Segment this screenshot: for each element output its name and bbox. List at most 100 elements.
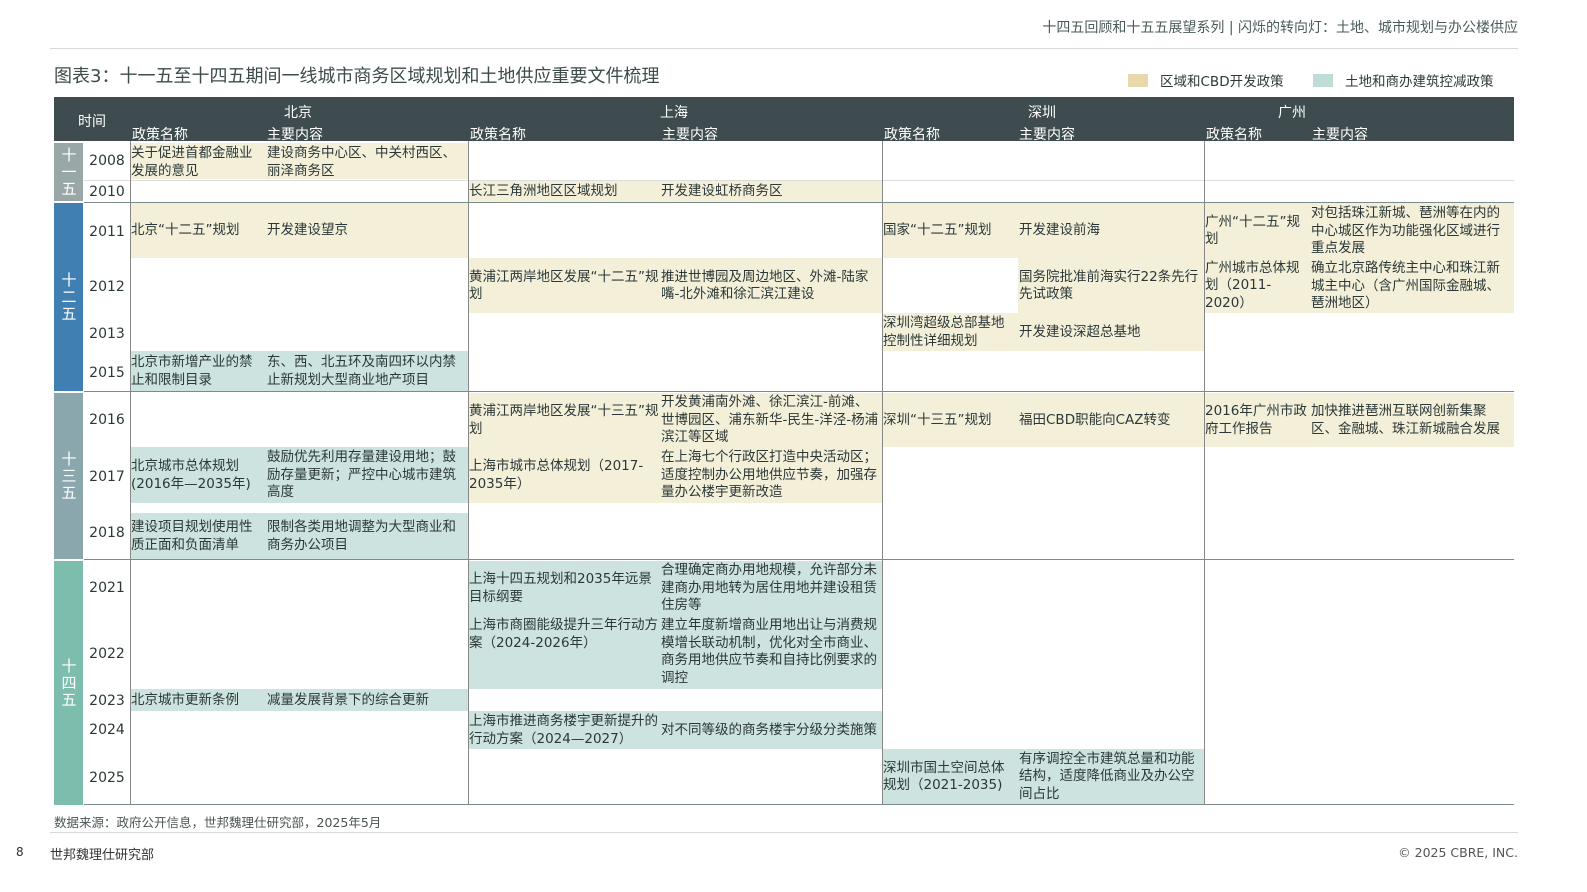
year-2021: 2021 [89, 580, 125, 596]
policy-cell-text: 上海十四五规划和2035年远景目标纲要 [469, 571, 652, 605]
policy-cell-text: 上海市城市总体规划（2017-2035年） [469, 458, 644, 492]
policy-cell-text: 建设商务中心区、中关村西区、丽泽商务区 [267, 145, 456, 179]
era-14th: 十四五 [54, 561, 83, 805]
year-2013: 2013 [89, 326, 125, 342]
era-label: 十二五 [59, 271, 78, 323]
policy-table: 时间 北京 上海 深圳 广州 政策名称 主要内容 政策名称 主要内容 政策名称 … [54, 97, 1514, 805]
year-2015: 2015 [89, 365, 125, 381]
policy-cell-text: 合理确定商办用地规模，允许部分未建商办用地转为居住用地并建设租赁住房等 [661, 562, 877, 614]
policy-cell-text: 开发建设深超总基地 [1019, 323, 1141, 340]
policy-cell-sh2012n: 黄浦江两岸地区发展“十二五”规划 [468, 258, 660, 313]
page-number: 8 [16, 845, 24, 859]
policy-cell-sh2016n: 黄浦江两岸地区发展“十三五”规划 [468, 393, 660, 447]
era-13th: 十三五 [54, 393, 83, 559]
year-2016: 2016 [89, 412, 125, 428]
data-source: 数据来源：政府公开信息，世邦魏理仕研究部，2025年5月 [54, 815, 382, 830]
header-city-shenzhen: 深圳 [1028, 105, 1056, 121]
policy-cell-bj2011c: 开发建设望京 [266, 203, 468, 258]
policy-cell-bj2015n: 北京市新增产业的禁止和限制目录 [130, 351, 266, 391]
header-city-guangzhou: 广州 [1278, 105, 1306, 121]
policy-cell-text: 北京市新增产业的禁止和限制目录 [131, 354, 253, 388]
header-sz-name: 政策名称 [884, 127, 940, 143]
header-city-shanghai: 上海 [660, 105, 688, 121]
policy-cell-text: 黄浦江两岸地区发展“十二五”规划 [469, 268, 659, 303]
policy-cell-sh2022c: 建立年度新增商业用地出让与消费规模增长联动机制，优化对全市商业、商务用地供应节奏… [660, 615, 882, 689]
policy-cell-gz2011c: 对包括珠江新城、琶洲等在内的中心城区作为功能强化区域进行重点发展 [1310, 203, 1514, 258]
era-divider [84, 202, 1514, 203]
policy-cell-text: 上海市商圈能级提升三年行动方案（2024-2026年） [469, 617, 658, 651]
era-11th: 十一五 [54, 143, 83, 201]
col-divider [1204, 141, 1205, 805]
policy-cell-sz2012c: 国务院批准前海实行22条先行先试政策 [1018, 258, 1204, 313]
year-2022: 2022 [89, 646, 125, 662]
policy-cell-text: 国家“十二五”规划 [883, 222, 992, 239]
policy-cell-text: 深圳湾超级总部基地控制性详细规划 [883, 315, 1005, 349]
copyright: © 2025 CBRE, INC. [1398, 845, 1518, 860]
policy-cell-text: 2016年广州市政府工作报告 [1205, 403, 1307, 437]
legend-land-label: 土地和商办建筑控减政策 [1345, 74, 1494, 90]
era-divider [84, 391, 1514, 392]
year-2012: 2012 [89, 279, 125, 295]
policy-cell-sh2016c: 开发黄浦南外滩、徐汇滨江-前滩、世博园区、浦东新华-民生-洋泾-杨浦滨江等区域 [660, 393, 882, 447]
legend-land: 土地和商办建筑控减政策 [1313, 70, 1494, 90]
policy-cell-text: 减量发展背景下的综合更新 [267, 691, 429, 708]
legend-cbd-label: 区域和CBD开发政策 [1160, 74, 1284, 90]
policy-cell-text: 推进世博园及周边地区、外滩-陆家嘴-北外滩和徐汇滨江建设 [661, 268, 869, 303]
policy-cell-sz2013c: 开发建设深超总基地 [1018, 313, 1204, 351]
policy-cell-gz2012c: 确立北京路传统主中心和珠江新城主中心（含广州国际金融城、琶洲地区） [1310, 258, 1514, 313]
policy-cell-sh2017c: 在上海七个行政区打造中央活动区；适度控制办公用地供应节奏，加强存量办公楼宇更新改… [660, 447, 882, 503]
year-2025: 2025 [89, 770, 125, 786]
policy-cell-text: 深圳“十三五”规划 [883, 411, 992, 428]
policy-cell-text: 广州“十二五”规划 [1205, 213, 1300, 248]
legend-cbd: 区域和CBD开发政策 [1128, 70, 1284, 90]
header-gz-content: 主要内容 [1312, 127, 1368, 143]
figure-title: 图表3：十一五至十四五期间一线城市商务区域规划和土地供应重要文件梳理 [54, 66, 660, 87]
era-label: 十一五 [59, 146, 78, 198]
policy-cell-gz2012n: 广州城市总体规划（2011-2020） [1204, 258, 1310, 313]
policy-cell-gz2016c: 加快推进琶洲互联网创新集聚区、金融城、珠江新城融合发展 [1310, 393, 1514, 447]
policy-cell-sz2016c: 福田CBD职能向CAZ转变 [1018, 393, 1204, 447]
policy-cell-sh2021c: 合理确定商办用地规模，允许部分未建商办用地转为居住用地并建设租赁住房等 [660, 561, 882, 615]
policy-cell-text: 关于促进首都金融业发展的意见 [131, 145, 253, 179]
row-divider [84, 180, 1514, 181]
org-name: 世邦魏理仕研究部 [50, 848, 155, 863]
policy-cell-text: 北京城市总体规划(2016年—2035年) [131, 458, 251, 492]
policy-cell-sh2022n: 上海市商圈能级提升三年行动方案（2024-2026年） [468, 615, 660, 689]
policy-cell-text: 有序调控全市建筑总量和功能结构，适度降低商业及办公空间占比 [1019, 750, 1195, 802]
year-2018: 2018 [89, 525, 125, 541]
policy-cell-sz2016n: 深圳“十三五”规划 [882, 393, 1018, 447]
policy-cell-text: 开发建设虹桥商务区 [661, 183, 783, 199]
header-time: 时间 [78, 114, 106, 130]
policy-cell-text: 确立北京路传统主中心和珠江新城主中心（含广州国际金融城、琶洲地区） [1311, 260, 1500, 311]
policy-cell-bj2018c: 限制各类用地调整为大型商业和商务办公项目 [266, 513, 468, 559]
policy-cell-bj2018n: 建设项目规划使用性质正面和负面清单 [130, 513, 266, 559]
policy-cell-text: 东、西、北五环及南四环以内禁止新规划大型商业地产项目 [267, 354, 456, 388]
policy-cell-sz2011n: 国家“十二五”规划 [882, 203, 1018, 258]
header-sh-content: 主要内容 [662, 127, 718, 143]
year-2017: 2017 [89, 469, 125, 485]
policy-cell-bj2008c: 建设商务中心区、中关村西区、丽泽商务区 [266, 143, 468, 179]
table-bottom-line [84, 804, 1514, 805]
era-label: 十四五 [59, 657, 78, 709]
policy-cell-sz2025c: 有序调控全市建筑总量和功能结构，适度降低商业及办公空间占比 [1018, 749, 1204, 804]
policy-cell-gz2016n: 2016年广州市政府工作报告 [1204, 393, 1310, 447]
policy-cell-text: 长江三角洲地区区域规划 [469, 183, 618, 199]
policy-cell-text: 广州城市总体规划（2011-2020） [1205, 259, 1300, 311]
era-12th: 十二五 [54, 203, 83, 391]
policy-cell-bj2017c: 鼓励优先利用存量建设用地；鼓励存量更新；严控中心城市建筑高度 [266, 447, 468, 503]
policy-cell-bj2011n: 北京“十二五”规划 [130, 203, 266, 258]
policy-cell-text: 对不同等级的商务楼宇分级分类施策 [661, 721, 877, 738]
policy-cell-bj2008n: 关于促进首都金融业发展的意见 [130, 143, 266, 179]
year-2010: 2010 [89, 184, 125, 200]
policy-cell-text: 鼓励优先利用存量建设用地；鼓励存量更新；严控中心城市建筑高度 [267, 449, 456, 501]
policy-cell-text: 开发黄浦南外滩、徐汇滨江-前滩、世博园区、浦东新华-民生-洋泾-杨浦滨江等区域 [661, 394, 879, 446]
policy-cell-sh2024n: 上海市推进商务楼宇更新提升的行动方案（2024—2027） [468, 711, 660, 749]
policy-cell-sz2025n: 深圳市国土空间总体规划（2021-2035) [882, 749, 1018, 804]
policy-cell-text: 建设项目规划使用性质正面和负面清单 [131, 519, 253, 553]
year-2024: 2024 [89, 722, 125, 738]
policy-cell-text: 开发建设望京 [267, 222, 348, 239]
header-sh-name: 政策名称 [470, 127, 526, 143]
policy-cell-text: 开发建设前海 [1019, 222, 1100, 239]
policy-cell-text: 北京城市更新条例 [131, 691, 239, 708]
policy-cell-sh2021n: 上海十四五规划和2035年远景目标纲要 [468, 561, 660, 615]
